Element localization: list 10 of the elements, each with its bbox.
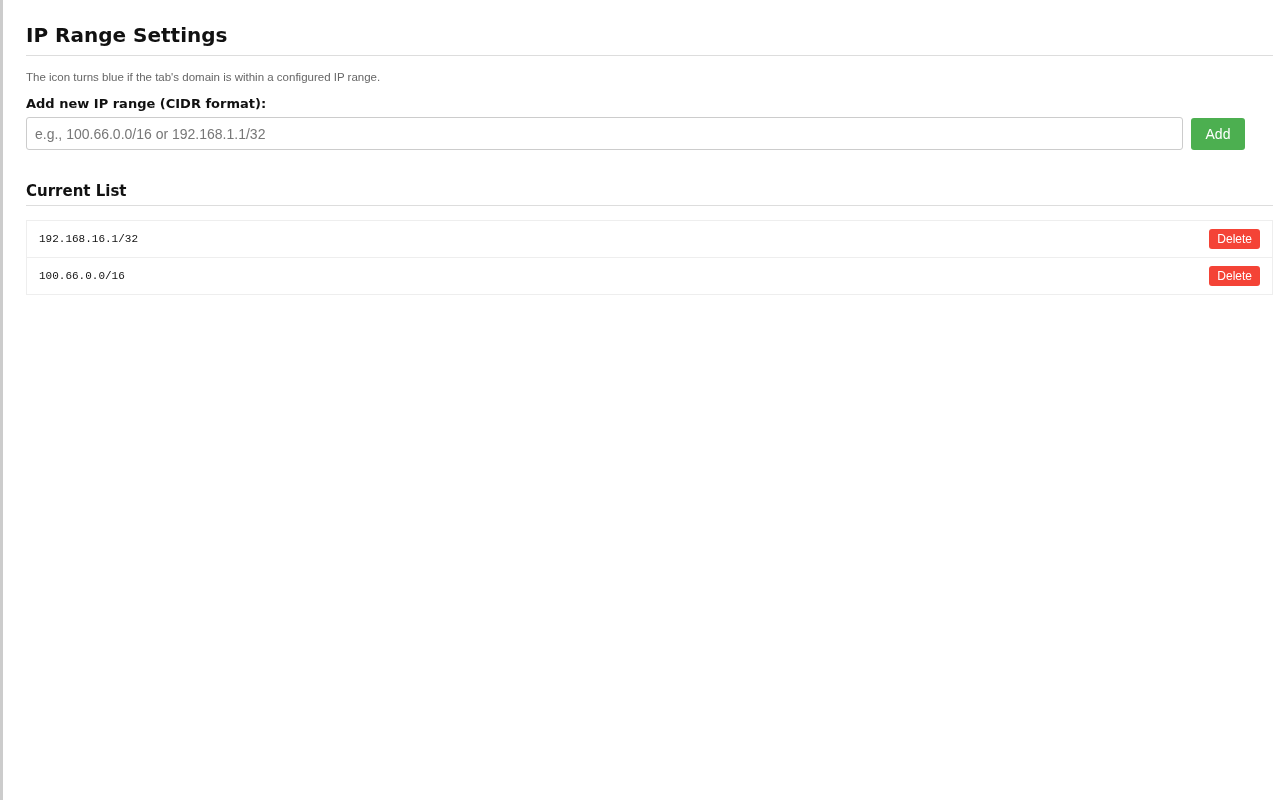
description-text: The icon turns blue if the tab's domain is within a configured IP range. [26, 71, 382, 83]
list-heading: Current List [26, 182, 1273, 206]
field-label: Add new IP range (CIDR format): [26, 96, 268, 111]
ip-range-input[interactable]: e.g., 100.66.0.0/16 or 192.168.1.1/32 [26, 117, 1183, 150]
ip-range-text: 100.66.0.0/16 [39, 270, 125, 282]
delete-button[interactable]: Delete [1209, 229, 1260, 249]
add-button[interactable]: Add [1191, 117, 1245, 150]
delete-button[interactable]: Delete [1209, 266, 1260, 286]
ip-range-text: 192.168.16.1/32 [39, 233, 139, 245]
page-title: IP Range Settings [26, 20, 1273, 56]
